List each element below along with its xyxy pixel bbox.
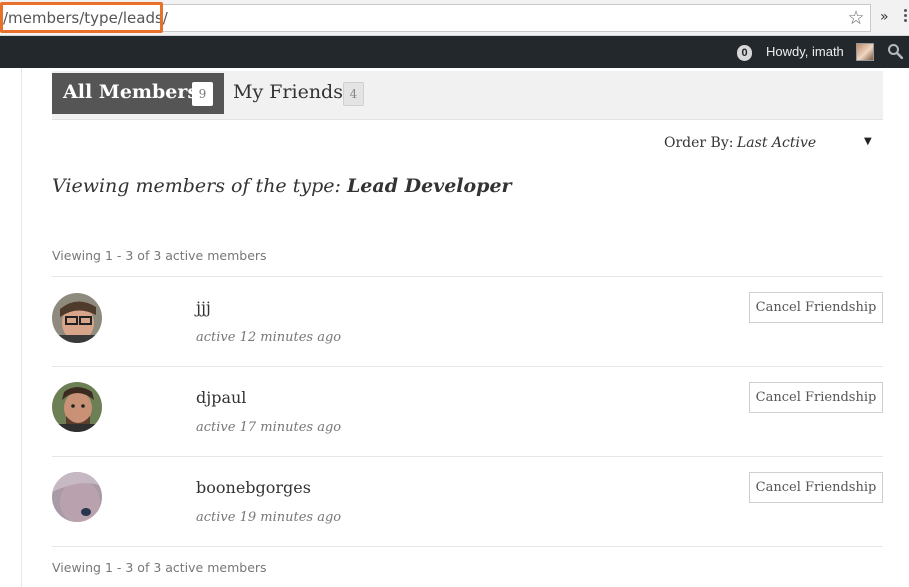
search-icon[interactable]	[887, 43, 903, 59]
member-name-link[interactable]: djpaul	[196, 388, 246, 407]
divider	[52, 366, 883, 367]
chevron-down-icon[interactable]: ▼	[864, 136, 872, 147]
content-border	[21, 68, 22, 587]
howdy-user-link[interactable]: Howdy, imath	[766, 44, 844, 59]
notification-badge[interactable]: 0	[737, 45, 752, 61]
avatar[interactable]	[52, 382, 102, 432]
avatar[interactable]	[52, 293, 102, 343]
member-name-link[interactable]: jjj	[196, 298, 211, 317]
order-by-label: Order By:	[664, 135, 734, 151]
member-last-active: active 17 minutes ago	[196, 420, 342, 435]
avatar[interactable]	[52, 472, 102, 522]
divider	[52, 546, 883, 547]
tab-my-friends-count: 4	[343, 82, 364, 106]
tab-all-members-label[interactable]: All Members	[63, 81, 198, 103]
tab-all-members-count: 9	[192, 82, 213, 106]
pagination-count-top: Viewing 1 - 3 of 3 active members	[52, 248, 267, 263]
cancel-friendship-button[interactable]: Cancel Friendship	[749, 472, 883, 503]
tab-my-friends[interactable]: My Friends	[233, 81, 343, 103]
divider	[52, 276, 883, 277]
divider	[52, 456, 883, 457]
bookmark-star-icon[interactable]: ☆	[845, 7, 867, 29]
member-type-prefix: Viewing members of the type:	[52, 175, 347, 197]
extensions-overflow-icon[interactable]: »	[880, 9, 889, 25]
browser-menu-icon[interactable]	[903, 9, 909, 25]
pagination-count-bottom: Viewing 1 - 3 of 3 active members	[52, 560, 267, 575]
admin-bar-avatar[interactable]	[856, 43, 874, 61]
member-type-name: Lead Developer	[346, 175, 512, 197]
order-by-select[interactable]: Last Active	[737, 135, 816, 151]
cancel-friendship-button[interactable]: Cancel Friendship	[749, 292, 883, 323]
member-last-active: active 19 minutes ago	[196, 510, 342, 525]
url-highlight-box	[0, 2, 163, 33]
cancel-friendship-button[interactable]: Cancel Friendship	[749, 382, 883, 413]
member-name-link[interactable]: boonebgorges	[196, 478, 311, 497]
member-type-heading: Viewing members of the type: Lead Develo…	[52, 175, 512, 197]
member-last-active: active 12 minutes ago	[196, 330, 342, 345]
